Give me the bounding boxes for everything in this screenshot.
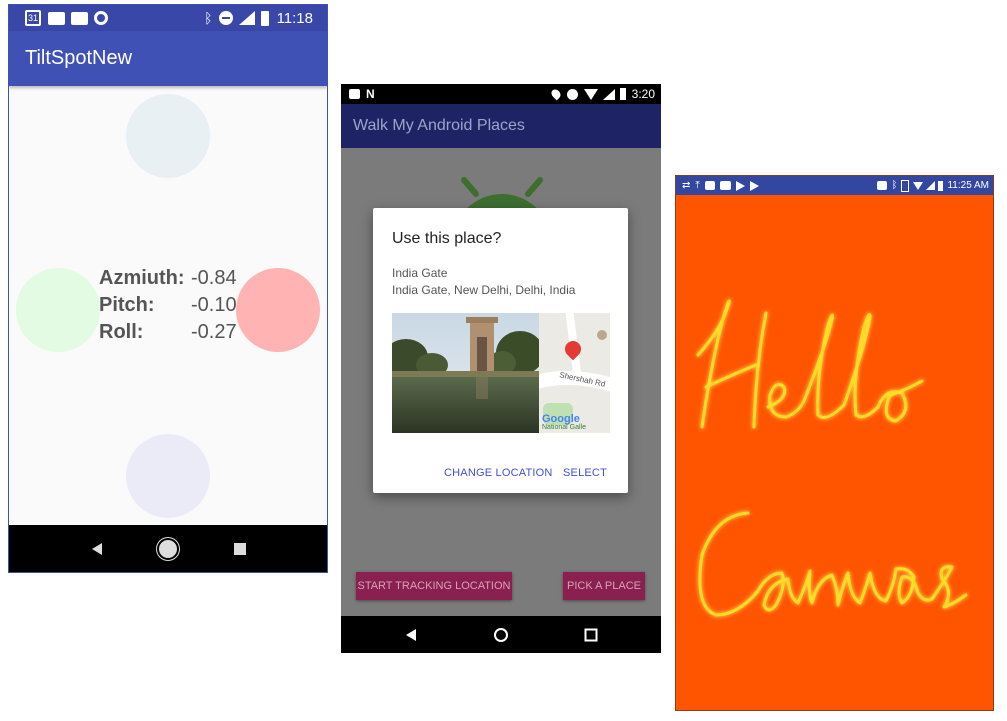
place-map[interactable]: Shershah Rd Google National Galle bbox=[539, 313, 610, 433]
gmail-icon bbox=[48, 11, 65, 25]
home-icon[interactable] bbox=[494, 627, 508, 642]
hello-stroke-o bbox=[876, 379, 924, 423]
location-icon bbox=[549, 87, 563, 101]
roll-label: Roll: bbox=[99, 321, 144, 343]
canvas-stroke-s bbox=[930, 565, 968, 609]
n-icon: N bbox=[366, 87, 375, 101]
canvas-phone: ⇄ ⤒ ᛒ 11:25 AM bbox=[675, 175, 994, 711]
map-poi-label: National Galle bbox=[542, 424, 586, 431]
place-photo bbox=[392, 313, 539, 433]
azimuth-value: -0.84 bbox=[191, 267, 237, 289]
sensor-readings: Azmiuth: -0.84 Pitch: -0.10 Roll: -0.27 bbox=[99, 265, 251, 346]
status-bar: N 3:20 bbox=[341, 84, 661, 104]
canvas-stroke-a bbox=[756, 571, 800, 612]
place-address: India Gate, New Delhi, Delhi, India bbox=[392, 283, 576, 297]
reading-row-azimuth: Azmiuth: -0.84 bbox=[99, 265, 251, 292]
battery-icon bbox=[260, 10, 269, 26]
spot-top bbox=[126, 94, 210, 178]
spot-left bbox=[16, 268, 100, 352]
reading-row-pitch: Pitch: -0.10 bbox=[99, 292, 251, 319]
sync-arrows-icon: ⇄ bbox=[682, 180, 691, 191]
recents-icon[interactable] bbox=[584, 628, 598, 641]
status-time: 3:20 bbox=[631, 87, 655, 101]
image-icon bbox=[704, 181, 715, 190]
signal-icon bbox=[926, 181, 936, 190]
canvas-stroke-n bbox=[796, 569, 840, 607]
do-not-disturb-icon bbox=[566, 88, 578, 100]
app-title: TiltSpotNew bbox=[25, 47, 133, 69]
change-location-button[interactable]: CHANGE LOCATION bbox=[444, 467, 553, 479]
hello-stroke-h bbox=[696, 299, 768, 429]
reading-row-roll: Roll: -0.27 bbox=[99, 319, 251, 346]
battery-icon bbox=[619, 88, 626, 100]
bluetooth-icon: ᛒ bbox=[204, 10, 213, 26]
status-bar: ⇄ ⤒ ᛒ 11:25 AM bbox=[676, 176, 993, 195]
hello-stroke-l1 bbox=[802, 313, 846, 419]
drawing-canvas[interactable] bbox=[676, 195, 993, 710]
azimuth-label: Azmiuth: bbox=[99, 267, 185, 289]
briefcase-icon bbox=[877, 181, 888, 190]
spot-bottom bbox=[126, 434, 210, 518]
tiltspot-phone: 31 ᛒ 11:18 TiltSpotNew Azmiuth: -0.84 Pi… bbox=[8, 4, 328, 573]
upload-icon: ⤒ bbox=[695, 180, 700, 191]
wifi-icon bbox=[913, 181, 924, 190]
back-icon[interactable] bbox=[406, 628, 416, 641]
do-not-disturb-icon bbox=[218, 11, 233, 25]
nav-bar bbox=[341, 616, 661, 653]
lte-signal-icon bbox=[238, 11, 255, 25]
pick-place-button[interactable]: PICK A PLACE bbox=[563, 572, 645, 600]
battery-icon bbox=[938, 180, 944, 191]
places-phone: N 3:20 Walk My Android Places Use this p… bbox=[341, 84, 661, 653]
canvas-stroke-a2 bbox=[894, 567, 934, 605]
hello-stroke-e bbox=[766, 382, 806, 419]
vibrate-icon bbox=[901, 179, 910, 192]
wifi-icon bbox=[583, 88, 598, 100]
bluetooth-icon: ᛒ bbox=[891, 180, 898, 191]
status-time: 11:25 AM bbox=[947, 180, 989, 191]
play-store-icon bbox=[735, 180, 745, 191]
pitch-value: -0.10 bbox=[191, 294, 237, 316]
pitch-label: Pitch: bbox=[99, 294, 155, 316]
recents-icon[interactable] bbox=[234, 542, 246, 555]
back-icon[interactable] bbox=[92, 542, 102, 555]
use-place-dialog: Use this place? India Gate India Gate, N… bbox=[373, 208, 628, 493]
hello-stroke-l2 bbox=[842, 313, 880, 419]
signal-icon bbox=[602, 88, 615, 100]
play-store-icon-2 bbox=[749, 180, 759, 191]
app-bar: TiltSpotNew bbox=[9, 31, 327, 86]
home-icon[interactable] bbox=[159, 539, 177, 558]
youtube-icon bbox=[719, 181, 731, 190]
start-tracking-button[interactable]: START TRACKING LOCATION bbox=[356, 572, 512, 600]
image-icon bbox=[349, 89, 360, 99]
status-time: 11:18 bbox=[276, 9, 313, 27]
select-button[interactable]: SELECT bbox=[563, 467, 607, 479]
calendar-icon: 31 bbox=[25, 10, 41, 26]
roll-value: -0.27 bbox=[191, 321, 237, 343]
canvas-stroke-w bbox=[836, 567, 898, 607]
nav-bar bbox=[9, 525, 327, 572]
app-bar: Walk My Android Places bbox=[341, 104, 661, 148]
gallery-icon bbox=[71, 11, 88, 25]
sync-icon bbox=[94, 11, 108, 25]
dialog-title: Use this place? bbox=[392, 230, 502, 247]
app-title: Walk My Android Places bbox=[353, 117, 525, 134]
status-bar: 31 ᛒ 11:18 bbox=[9, 5, 327, 31]
place-name: India Gate bbox=[392, 266, 448, 280]
canvas-stroke-c bbox=[698, 511, 760, 617]
